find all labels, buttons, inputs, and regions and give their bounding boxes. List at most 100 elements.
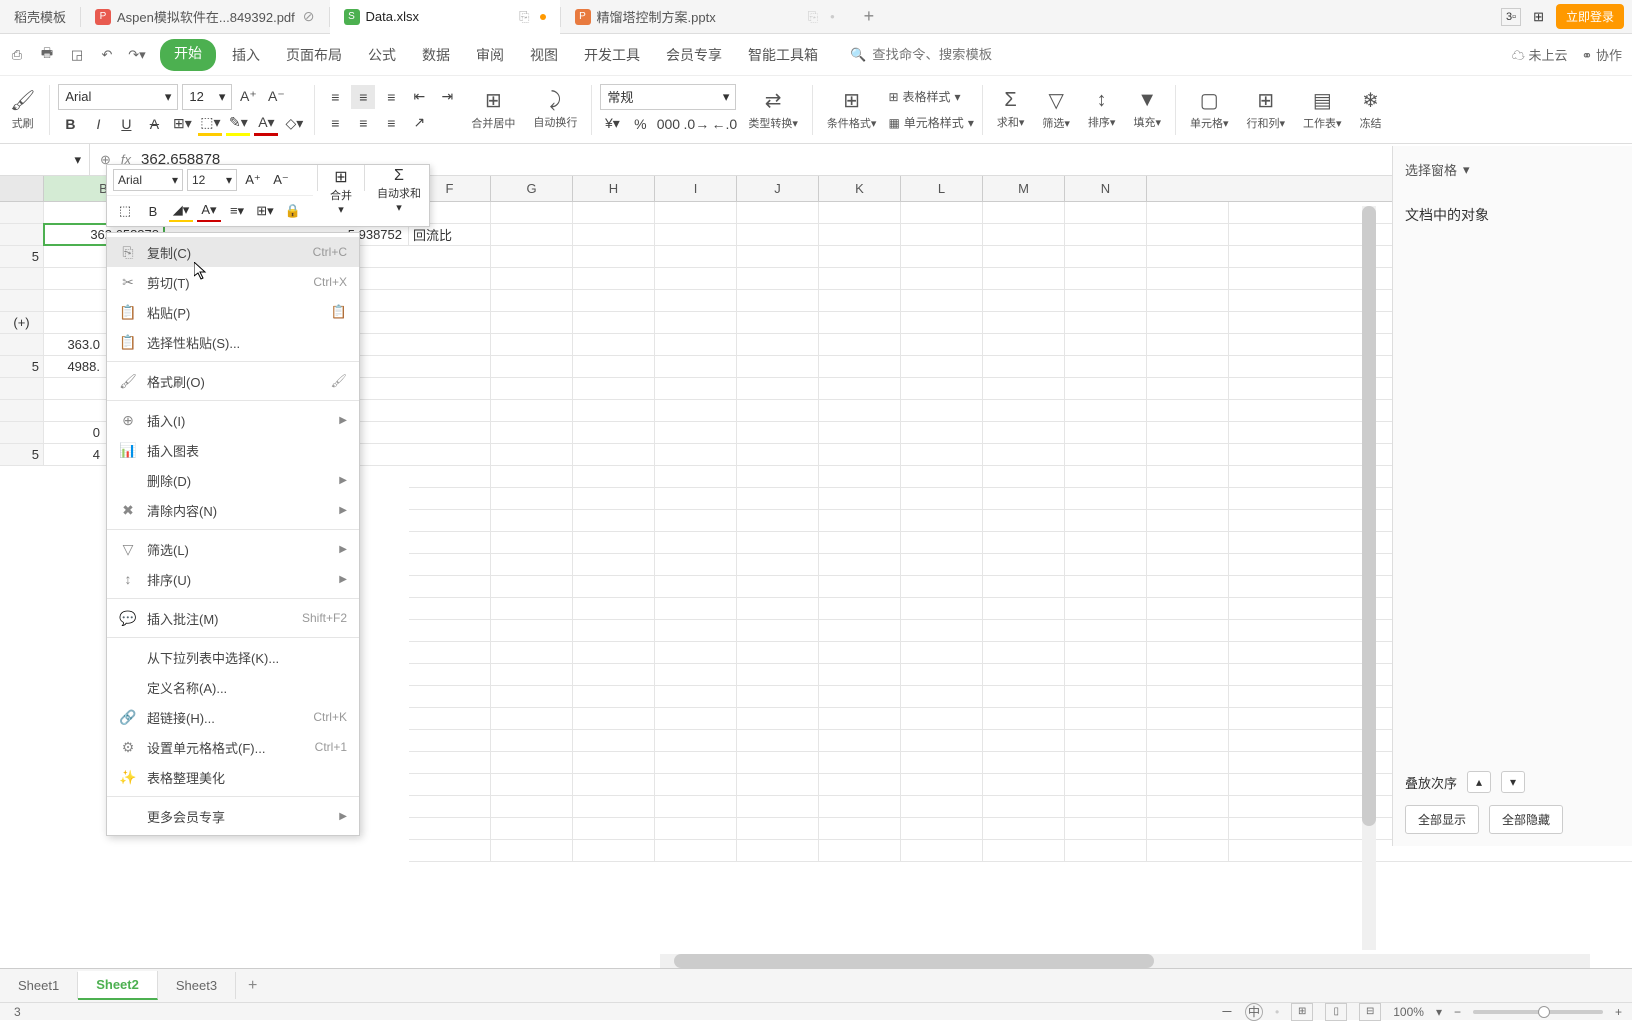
horizontal-scrollbar[interactable] [660,954,1590,968]
add-sheet-button[interactable]: + [236,977,269,995]
mini-fill-button[interactable]: ◢▾ [169,200,193,222]
tab-pptx[interactable]: P 精馏塔控制方案.pptx ⎘ • [561,0,849,34]
underline-button[interactable]: U [114,112,138,136]
menu-tab-layout[interactable]: 页面布局 [276,39,352,71]
merge-center-button[interactable]: ⊞ 合并居中 [465,80,521,140]
col-header-i[interactable]: I [655,176,737,201]
row-header[interactable]: 5 [0,356,44,377]
ctx-item-link[interactable]: 🔗 超链接(H)... Ctrl+K [107,702,359,732]
filter-button[interactable]: ▽筛选▾ [1036,80,1076,140]
number-format-select[interactable]: 常规▾ [600,84,736,110]
worksheet-button[interactable]: ▤工作表▾ [1297,80,1348,140]
mini-dec-font-icon[interactable]: A⁻ [269,169,293,191]
align-center-icon[interactable]: ≡ [351,111,375,135]
cell-b11[interactable]: 4 [44,444,104,465]
cell-style-button[interactable]: ▦单元格样式▾ [888,111,973,135]
highlight-button[interactable]: ✎▾ [226,112,250,136]
mini-border-button[interactable]: ⊞▾ [253,200,277,222]
ctx-item-item[interactable]: 删除(D) ▶ [107,465,359,495]
view-page-icon[interactable]: ▯ [1325,1003,1347,1021]
clear-format-button[interactable]: ◇▾ [282,112,306,136]
move-down-button[interactable]: ▾ [1501,771,1525,793]
tab-template[interactable]: 稻壳模板 [0,0,80,34]
sheet-tab-2-active[interactable]: Sheet2 [78,971,158,1000]
mini-inc-font-icon[interactable]: A⁺ [241,169,265,191]
col-header-j[interactable]: J [737,176,819,201]
mini-merge-button[interactable]: ⊞合并▾ [322,165,360,226]
cell-reference-box[interactable]: ▾ [0,144,90,175]
sheet-tab-1[interactable]: Sheet1 [0,972,78,999]
cell-b7[interactable]: 363.0 [44,334,104,355]
undo-icon[interactable]: ↶ [96,44,118,66]
ctx-item-format[interactable]: ⚙ 设置单元格格式(F)... Ctrl+1 [107,732,359,762]
row-header[interactable]: (+) [0,312,44,333]
ctx-item-chart[interactable]: 📊 插入图表 [107,435,359,465]
format-painter-group[interactable]: 🖌 式刷 [4,80,41,140]
ctx-item-comment[interactable]: 💬 插入批注(M) Shift+F2 [107,603,359,633]
ctx-item-item[interactable]: 从下拉列表中选择(K)... [107,642,359,672]
row-header[interactable]: 5 [0,444,44,465]
mini-lock-icon[interactable]: 🔒 [281,200,305,222]
zoom-slider[interactable] [1473,1010,1603,1014]
select-pane-header[interactable]: 选择窗格 ▾ [1405,154,1620,185]
align-bottom-icon[interactable]: ≡ [379,85,403,109]
bold-button[interactable]: B [58,112,82,136]
sum-button[interactable]: Σ求和▾ [991,80,1031,140]
vertical-scrollbar[interactable] [1362,206,1376,950]
cell-button[interactable]: ▢单元格▾ [1184,80,1235,140]
menu-tab-start[interactable]: 开始 [160,39,216,71]
zoom-value[interactable]: 100% [1393,1005,1424,1019]
move-up-button[interactable]: ▴ [1467,771,1491,793]
collab-button[interactable]: ⚭ 协作 [1581,45,1622,64]
ctx-item-cut[interactable]: ✂ 剪切(T) Ctrl+X [107,267,359,297]
decrease-font-icon[interactable]: A⁻ [264,85,288,109]
ctx-item-format-painter[interactable]: 🖌 格式刷(O) 🖌 [107,366,359,396]
percent-icon[interactable]: % [628,112,652,136]
calendar-icon[interactable]: 3▫ [1501,8,1521,26]
align-top-icon[interactable]: ≡ [323,85,347,109]
sheet-tab-3[interactable]: Sheet3 [158,972,236,999]
indent-inc-icon[interactable]: ⇥ [435,85,459,109]
align-left-icon[interactable]: ≡ [323,111,347,135]
italic-button[interactable]: I [86,112,110,136]
rowcol-button[interactable]: ⊞行和列▾ [1241,80,1292,140]
col-header-g[interactable]: G [491,176,573,201]
col-header-m[interactable]: M [983,176,1065,201]
print-icon[interactable]: 🖶 [36,44,58,66]
login-button[interactable]: 立即登录 [1556,4,1624,29]
table-style-button[interactable]: ⊞表格样式▾ [888,85,973,109]
comma-icon[interactable]: 000 [656,112,680,136]
ctx-item-paste[interactable]: 📋 粘贴(P) 📋 [107,297,359,327]
zoom-out-icon[interactable]: − [1454,1005,1461,1019]
cond-format-button[interactable]: ⊞ 条件格式▾ [821,80,883,140]
col-header-l[interactable]: L [901,176,983,201]
apps-icon[interactable]: ⊞ [1533,9,1544,25]
auto-wrap-button[interactable]: ⤸ 自动换行 [527,80,583,140]
ctx-item-copy[interactable]: ⎘ 复制(C) Ctrl+C [107,237,359,267]
col-header-n[interactable]: N [1065,176,1147,201]
mini-autosum-button[interactable]: Σ自动求和▾ [369,165,429,226]
dec-decimal-icon[interactable]: ←.0 [712,112,736,136]
show-all-button[interactable]: 全部显示 [1405,805,1479,834]
ime-status[interactable]: ㄧ [1221,1003,1233,1020]
ctx-item-item[interactable]: 定义名称(A)... [107,672,359,702]
ctx-item-item[interactable]: 更多会员专享 ▶ [107,801,359,831]
add-tab-button[interactable]: + [849,6,890,27]
menu-tab-formula[interactable]: 公式 [358,39,406,71]
ctx-item-insert[interactable]: ⊕ 插入(I) ▶ [107,405,359,435]
menu-tab-smart[interactable]: 智能工具箱 [738,39,828,71]
font-name-select[interactable]: Arial▾ [58,84,178,110]
search-input[interactable] [872,47,1052,62]
font-color-button[interactable]: A▾ [254,112,278,136]
mini-size-select[interactable]: 12▾ [187,169,237,191]
hide-all-button[interactable]: 全部隐藏 [1489,805,1563,834]
menu-tab-data[interactable]: 数据 [412,39,460,71]
align-right-icon[interactable]: ≡ [379,111,403,135]
mini-color-button[interactable]: A▾ [197,200,221,222]
menu-tab-member[interactable]: 会员专享 [656,39,732,71]
ctx-item-filter[interactable]: ▽ 筛选(L) ▶ [107,534,359,564]
ctx-item-beautify[interactable]: ✨ 表格整理美化 [107,762,359,792]
menu-tab-insert[interactable]: 插入 [222,39,270,71]
save-icon[interactable]: ⎙ [6,44,28,66]
cell-b8[interactable]: 4988. [44,356,104,377]
